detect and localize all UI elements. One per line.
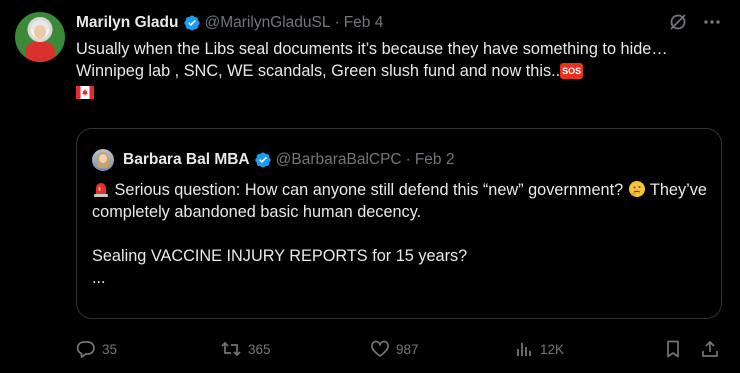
tweet-top-actions — [668, 12, 722, 32]
quote-author-handle[interactable]: @BarbaraBalCPC — [276, 151, 402, 169]
repost-count: 365 — [248, 341, 271, 357]
reply-button[interactable]: 35 — [76, 336, 117, 362]
tweet-header: Marilyn Gladu @MarilynGladuSL · Feb 4 — [76, 12, 383, 34]
reply-icon — [76, 341, 95, 358]
reply-count: 35 — [102, 341, 118, 357]
tweet-action-bar: 35 365 987 12K — [76, 336, 726, 362]
canada-flag-icon — [76, 86, 94, 99]
separator-dot: · — [405, 151, 411, 168]
bookmark-button[interactable] — [663, 336, 689, 362]
separator-dot: · — [334, 14, 340, 31]
author-name[interactable]: Marilyn Gladu — [76, 14, 179, 32]
tweet-date[interactable]: Feb 4 — [344, 14, 384, 32]
thinking-face-emoji-icon — [628, 181, 645, 197]
quoted-tweet[interactable]: Barbara Bal MBA @BarbaraBalCPC · Feb 2 S… — [76, 128, 722, 319]
quote-line-1: Serious question: How can anyone still d… — [110, 181, 628, 199]
author-avatar[interactable] — [15, 12, 65, 62]
quote-paragraph-2: Sealing VACCINE INJURY REPORTS for 15 ye… — [92, 247, 468, 265]
quote-paragraph-3: ... — [92, 269, 106, 287]
tweet-text: Usually when the Libs seal documents it’… — [76, 38, 726, 104]
share-button[interactable] — [700, 336, 726, 362]
verified-badge-icon[interactable] — [183, 14, 201, 32]
sos-emoji: SOS — [560, 63, 584, 79]
quote-text: Serious question: How can anyone still d… — [92, 179, 707, 289]
bookmark-icon — [667, 340, 679, 358]
views-count: 12K — [540, 341, 565, 357]
quote-author-name[interactable]: Barbara Bal MBA — [123, 151, 250, 169]
like-button[interactable]: 987 — [370, 336, 419, 362]
repost-icon — [221, 341, 241, 357]
author-handle[interactable]: @MarilynGladuSL — [205, 14, 331, 32]
repost-button[interactable]: 365 — [220, 336, 271, 362]
share-icon — [702, 340, 718, 357]
like-count: 987 — [396, 341, 419, 357]
quote-header: Barbara Bal MBA @BarbaraBalCPC · Feb 2 — [123, 149, 454, 171]
quote-author-avatar[interactable] — [92, 149, 114, 171]
quote-date[interactable]: Feb 2 — [415, 151, 455, 169]
more-icon[interactable] — [702, 12, 722, 32]
like-icon — [371, 340, 389, 357]
views-button[interactable]: 12K — [514, 336, 564, 362]
siren-emoji-icon — [94, 183, 108, 197]
grok-icon[interactable] — [668, 12, 688, 32]
views-icon — [517, 343, 531, 356]
quote-paragraph-1: Serious question: How can anyone still d… — [92, 179, 707, 223]
verified-badge-icon[interactable] — [254, 151, 272, 169]
